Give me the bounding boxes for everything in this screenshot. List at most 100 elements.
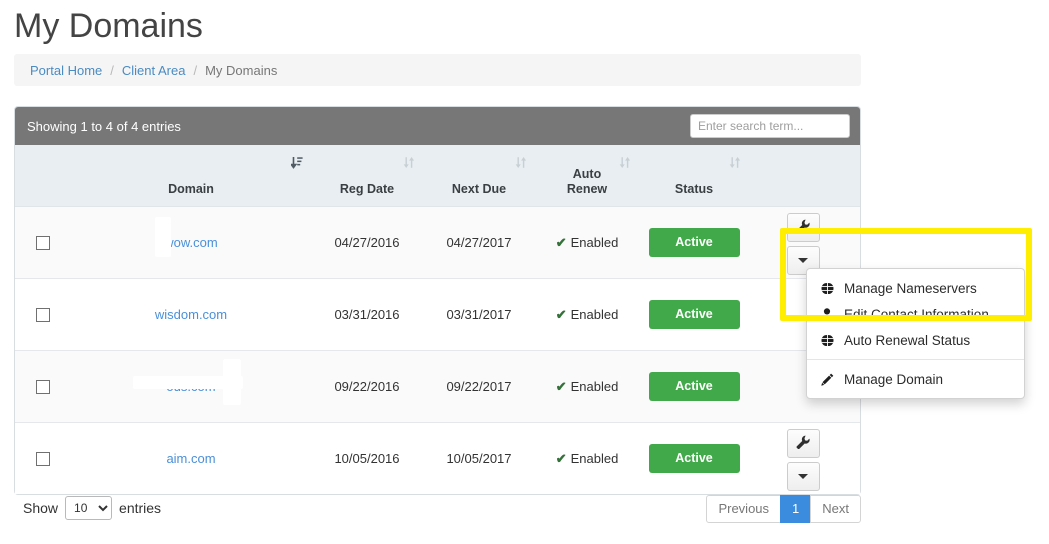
- sort-both-icon[interactable]: [515, 156, 527, 169]
- table-header-row: Domain Reg Date: [15, 145, 860, 207]
- row-auto-renew: ✔ Enabled: [535, 279, 639, 351]
- check-icon: ✔: [556, 307, 567, 322]
- breadcrumb-separator: /: [110, 63, 114, 78]
- chevron-down-icon: [798, 474, 808, 479]
- breadcrumb-item-client-area[interactable]: Client Area: [122, 63, 186, 78]
- check-icon: ✔: [556, 451, 567, 466]
- redaction-block: [155, 217, 171, 257]
- menu-item-edit-contact-information[interactable]: Edit Contact Information: [807, 301, 1024, 327]
- wrench-icon: [796, 219, 810, 236]
- row-select-cell: [15, 207, 71, 279]
- row-checkbox[interactable]: [36, 452, 50, 466]
- row-status: Active: [639, 351, 749, 423]
- row-select-cell: [15, 351, 71, 423]
- entries-label: entries: [119, 500, 161, 516]
- row-reg-date: 09/22/2016: [311, 351, 423, 423]
- entries-select[interactable]: 10 25 50 100: [65, 496, 112, 520]
- sort-asc-icon[interactable]: [291, 156, 303, 169]
- menu-item-manage-domain[interactable]: Manage Domain: [807, 366, 1024, 392]
- column-header-next-due-label: Next Due: [423, 182, 535, 197]
- actions-dropdown-menu: Manage Nameservers Edit Contact Informat…: [806, 268, 1025, 399]
- menu-item-auto-renewal-status[interactable]: Auto Renewal Status: [807, 327, 1024, 353]
- row-checkbox[interactable]: [36, 380, 50, 394]
- pagination-previous[interactable]: Previous: [706, 495, 781, 523]
- domain-link[interactable]: wisdom.com: [155, 307, 227, 322]
- row-checkbox[interactable]: [36, 236, 50, 250]
- column-header-status[interactable]: Status: [639, 145, 749, 207]
- table-body: wow.com 04/27/2016 04/27/2017 ✔ Enabled A…: [15, 207, 860, 495]
- chevron-down-icon: [798, 258, 808, 263]
- row-checkbox[interactable]: [36, 308, 50, 322]
- pagination: Previous 1 Next: [706, 495, 861, 523]
- redaction-block: [223, 359, 241, 405]
- row-status: Active: [639, 207, 749, 279]
- breadcrumb-separator: /: [193, 63, 197, 78]
- pagination-page-1[interactable]: 1: [780, 495, 811, 523]
- column-header-domain-label: Domain: [71, 182, 311, 197]
- menu-item-label: Edit Contact Information: [844, 307, 989, 322]
- status-badge[interactable]: Active: [649, 228, 740, 257]
- search-input[interactable]: [690, 114, 850, 138]
- column-header-domain[interactable]: Domain: [71, 145, 311, 207]
- status-badge[interactable]: Active: [649, 444, 740, 473]
- row-status: Active: [639, 279, 749, 351]
- row-domain-cell: wisdom.com: [71, 279, 311, 351]
- column-header-actions: [749, 145, 860, 207]
- showing-entries-text: Showing 1 to 4 of 4 entries: [27, 119, 181, 134]
- row-auto-renew: ✔ Enabled: [535, 423, 639, 495]
- column-header-auto-renew-label-1: Auto: [535, 167, 639, 182]
- table-row: wow.com 04/27/2016 04/27/2017 ✔Enabled A…: [15, 207, 860, 279]
- column-header-next-due[interactable]: Next Due: [423, 145, 535, 207]
- breadcrumb: Portal Home / Client Area / My Domains: [14, 54, 861, 86]
- column-header-reg-date[interactable]: Reg Date: [311, 145, 423, 207]
- row-domain-cell: wow.com: [71, 207, 311, 279]
- wrench-icon: [796, 435, 810, 452]
- status-badge[interactable]: Active: [649, 372, 740, 401]
- sort-both-icon[interactable]: [403, 156, 415, 169]
- domains-table: Domain Reg Date: [15, 145, 860, 494]
- pencil-icon: [821, 373, 838, 386]
- row-next-due: 10/05/2017: [423, 423, 535, 495]
- sort-both-icon[interactable]: [619, 156, 631, 169]
- menu-item-label: Manage Nameservers: [844, 281, 977, 296]
- pagination-next[interactable]: Next: [810, 495, 861, 523]
- manage-domain-button[interactable]: [787, 429, 820, 458]
- check-icon: ✔: [556, 235, 567, 250]
- show-label: Show: [23, 500, 58, 516]
- status-badge[interactable]: Active: [649, 300, 740, 329]
- globe-icon: [821, 282, 838, 295]
- row-next-due: 03/31/2017: [423, 279, 535, 351]
- menu-item-label: Auto Renewal Status: [844, 333, 970, 348]
- globe-icon: [821, 334, 838, 347]
- domain-link[interactable]: wow.com: [164, 235, 217, 250]
- row-next-due: 04/27/2017: [423, 207, 535, 279]
- row-select-cell: [15, 423, 71, 495]
- row-reg-date: 04/27/2016: [311, 207, 423, 279]
- row-auto-renew-label: Enabled: [571, 451, 619, 466]
- column-header-auto-renew[interactable]: Auto Renew: [535, 145, 639, 207]
- menu-item-label: Manage Domain: [844, 372, 943, 387]
- table-row: wisdom.com 03/31/2016 03/31/2017 ✔ Enable…: [15, 279, 860, 351]
- page-root: My Domains Portal Home / Client Area / M…: [0, 0, 1049, 544]
- manage-domain-button[interactable]: [787, 213, 820, 242]
- breadcrumb-item-portal-home[interactable]: Portal Home: [30, 63, 102, 78]
- column-header-auto-renew-label-2: Renew: [535, 182, 639, 197]
- check-icon: ✔: [556, 379, 567, 394]
- sort-both-icon[interactable]: [729, 156, 741, 169]
- entries-control: Show 10 25 50 100 entries: [23, 496, 161, 520]
- row-auto-renew-label: Enabled: [571, 307, 619, 322]
- row-auto-renew: ✔ Enabled: [535, 351, 639, 423]
- domains-panel: Showing 1 to 4 of 4 entries: [14, 106, 861, 495]
- row-auto-renew-label: Enabled: [571, 379, 619, 394]
- page-title: My Domains: [14, 4, 203, 48]
- table-footer: Show 10 25 50 100 entries Previous 1 Nex…: [14, 487, 861, 532]
- column-header-status-label: Status: [639, 182, 749, 197]
- domain-link[interactable]: aim.com: [166, 451, 215, 466]
- row-reg-date: 03/31/2016: [311, 279, 423, 351]
- row-domain-cell: ous.com: [71, 351, 311, 423]
- menu-item-manage-nameservers[interactable]: Manage Nameservers: [807, 275, 1024, 301]
- row-auto-renew: ✔Enabled: [535, 207, 639, 279]
- breadcrumb-item-my-domains: My Domains: [205, 63, 277, 78]
- panel-header: Showing 1 to 4 of 4 entries: [15, 107, 860, 145]
- column-header-reg-date-label: Reg Date: [311, 182, 423, 197]
